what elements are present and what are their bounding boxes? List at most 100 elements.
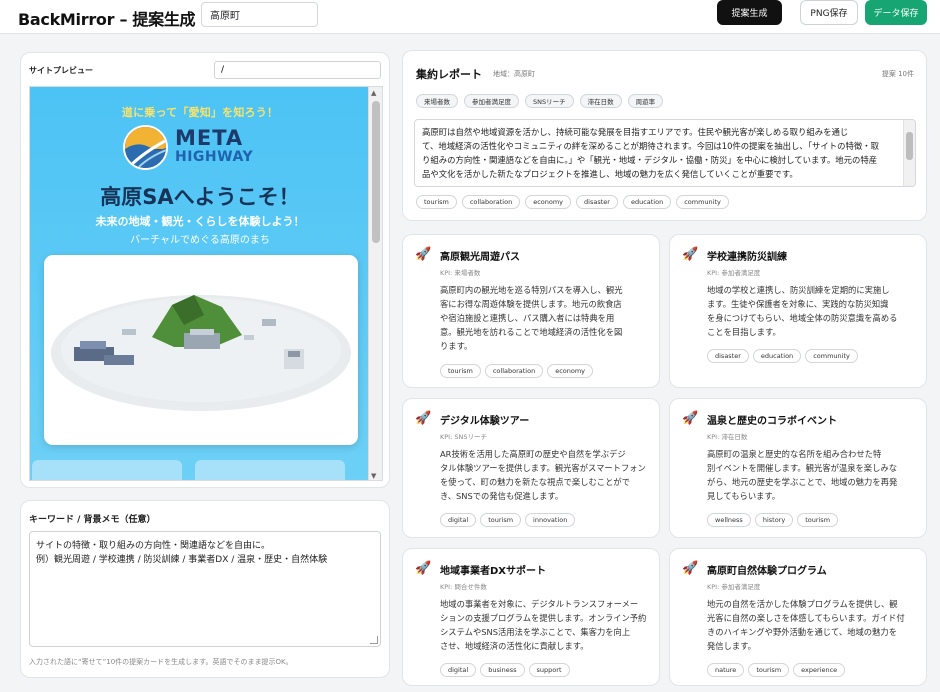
rocket-icon: 🚀 [682, 411, 699, 426]
site-preview-label: サイトプレビュー [29, 66, 93, 75]
rocket-icon: 🚀 [415, 561, 432, 576]
top-bar: BackMirror – 提案生成 提案生成 PNG保存 データ保存 [0, 0, 940, 34]
proposal-description: 高原町内の観光地を巡る特別パスを導入し、観光 客にお得な周遊体験を提供します。地元… [440, 285, 623, 351]
proposal-count: 提案 10件 [881, 70, 914, 78]
proposal-tag-list: disaster education community [707, 349, 858, 363]
rocket-icon: 🚀 [682, 561, 699, 576]
proposal-kpi: KPI: 参加者満足度 [707, 269, 761, 277]
area-input[interactable] [201, 2, 318, 27]
tag-chip: nature [707, 663, 745, 677]
tag-chip: collaboration [461, 195, 521, 209]
png-save-button[interactable]: PNG保存 [800, 0, 858, 25]
logo-text-highway: HIGHWAY [175, 149, 254, 165]
proposal-description: AR技術を活用した高原町の歴史や自然を学ぶデジ タル体験ツアーを提供します。観光客… [440, 449, 646, 501]
proposal-kpi: KPI: 滞在日数 [707, 433, 748, 441]
summary-region: 地域：高原町 [493, 70, 535, 78]
summary-title: 集約レポート [416, 68, 482, 81]
proposal-card[interactable]: 🚀 デジタル体験ツアー KPI: SNSリーチ AR技術を活用した高原町の歴史や… [402, 398, 660, 538]
tag-chip: business [480, 663, 525, 677]
proposal-description: 地元の自然を活かした体験プログラムを提供し、観 光客に自然の楽しさを体感してもらい… [707, 599, 905, 651]
proposal-card[interactable]: 🚀 高原町自然体験プログラム KPI: 参加者満足度 地元の自然を活かした体験プ… [669, 548, 927, 686]
tag-chip: education [752, 349, 802, 363]
rocket-icon: 🚀 [415, 411, 432, 426]
proposal-card[interactable]: 🚀 高原観光周遊パス KPI: 来場者数 高原町内の観光地を巡る特別パスを導入し… [402, 234, 660, 388]
site-welcome-heading: 高原SAへようこそ！ [100, 185, 300, 209]
proposal-title: 学校連携防災訓練 [707, 252, 787, 263]
proposal-title: 高原町自然体験プログラム [707, 566, 827, 577]
tag-chip: history [754, 513, 794, 527]
proposal-tag-list: digital business support [440, 663, 570, 677]
summary-line: て、地域経済の活性化やコミュニティの絆を深めることが期待されます。今回は10件の… [422, 141, 879, 151]
tag-chip: digital [440, 513, 477, 527]
tag-chip: economy [547, 364, 594, 378]
tag-chip: innovation [525, 513, 576, 527]
summary-line: り組みの方向性・関連語などを自由に。」や「観光・地域・デジタル・協働・防災」を中… [422, 155, 878, 165]
keyword-textarea[interactable]: サイトの特徴・取り組みの方向性・関連語などを自由に。 例）観光周遊 / 学校連携… [29, 531, 381, 647]
summary-scrollbar[interactable] [903, 120, 915, 186]
summary-line: 高原町は自然や地域資源を活かし、持続可能な発展を目指すエリアです。住民や観光客が… [422, 127, 849, 137]
preview-mini-card[interactable] [32, 460, 182, 480]
proposal-card[interactable]: 🚀 温泉と歴史のコラボイベント KPI: 滞在日数 高原町の温泉と歴史的な名所を… [669, 398, 927, 538]
summary-tag-list: tourism collaboration economy disaster e… [416, 195, 729, 209]
tag-chip: tourism [440, 364, 481, 378]
tag-chip: support [528, 663, 570, 677]
tag-chip: experience [793, 663, 846, 677]
kpi-chip: 滞在日数 [579, 94, 622, 108]
tag-chip: wellness [707, 513, 751, 527]
resize-grip-icon[interactable] [370, 636, 378, 644]
proposal-kpi: KPI: 参加者満足度 [707, 583, 761, 591]
preview-mini-card[interactable] [195, 460, 345, 480]
proposal-kpi: KPI: 来場者数 [440, 269, 481, 277]
tag-chip: disaster [707, 349, 749, 363]
tag-chip: economy [525, 195, 572, 209]
logo-text-meta: META [175, 126, 244, 150]
rocket-icon: 🚀 [682, 247, 699, 262]
preview-scroll-thumb[interactable] [372, 101, 380, 243]
keyword-label: キーワード / 背景メモ（任意） [29, 515, 156, 525]
virtual-town-map[interactable] [44, 255, 358, 445]
generate-button[interactable]: 提案生成 [717, 0, 782, 25]
summary-line: 品や文化を活かした新たなプロジェクトを推進し、地域の魅力を広く発信していくことが… [422, 169, 798, 179]
site-tagline: 道に乗って「愛知」を知ろう！ [121, 106, 279, 119]
proposal-title: 地域事業者DXサポート [440, 566, 547, 577]
site-subtitle: 未来の地域・観光・くらしを体験しよう！ [95, 215, 305, 228]
scroll-up-icon[interactable]: ▲ [371, 89, 376, 97]
proposal-description: 高原町の温泉と歴史的な名所を組み合わせた特 別イベントを開催します。観光客が温泉を… [707, 449, 898, 501]
app-title: BackMirror – 提案生成 [18, 10, 196, 29]
tag-chip: education [622, 195, 672, 209]
proposal-title: 温泉と歴史のコラボイベント [707, 416, 837, 427]
keyword-note: 入力された語に“寄せて”10件の提案カードを生成します。英語でそのまま提示OK。 [29, 658, 293, 666]
preview-scrollbar[interactable]: ▲ ▼ [368, 87, 382, 480]
tag-chip: tourism [748, 663, 790, 677]
tag-chip: tourism [480, 513, 522, 527]
site-preview-frame[interactable]: 道に乗って「愛知」を知ろう！ META HIGHWAY 高原SAへようこそ！ 未… [29, 86, 383, 481]
summary-textarea[interactable]: 高原町は自然や地域資源を活かし、持続可能な発展を目指すエリアです。住民や観光客が… [414, 119, 916, 187]
kpi-chip: 周遊率 [627, 94, 664, 108]
proposal-kpi: KPI: 問合せ件数 [440, 583, 487, 591]
scroll-down-icon[interactable]: ▼ [371, 472, 376, 480]
proposal-card[interactable]: 🚀 学校連携防災訓練 KPI: 参加者満足度 地域の学校と連携し、防災訓練を定期… [669, 234, 927, 388]
proposal-title: デジタル体験ツアー [440, 416, 530, 427]
proposal-tag-list: wellness history tourism [707, 513, 839, 527]
preview-site: 道に乗って「愛知」を知ろう！ META HIGHWAY 高原SAへようこそ！ 未… [30, 87, 370, 480]
proposal-tag-list: nature tourism experience [707, 663, 846, 677]
data-save-button[interactable]: データ保存 [865, 0, 927, 25]
proposal-description: 地域の事業者を対象に、デジタルトランスフォーメー ションの支援プログラムを提供しま… [440, 599, 647, 651]
tag-chip: community [805, 349, 858, 363]
proposal-card[interactable]: 🚀 地域事業者DXサポート KPI: 問合せ件数 地域の事業者を対象に、デジタル… [402, 548, 660, 686]
kpi-chip: 参加者満足度 [464, 94, 519, 108]
proposal-kpi: KPI: SNSリーチ [440, 433, 487, 441]
tag-chip: disaster [576, 195, 618, 209]
rocket-icon: 🚀 [415, 247, 432, 262]
summary-scroll-thumb[interactable] [906, 132, 913, 160]
tag-chip: tourism [416, 195, 457, 209]
tag-chip: tourism [797, 513, 839, 527]
meta-highway-logo-icon [123, 125, 168, 170]
site-preview-panel: サイトプレビュー 道に乗って「愛知」を知ろう！ META HIGHWAY 高原S… [20, 52, 390, 488]
site-subtitle-2: バーチャルでめぐる高原のまち [130, 235, 270, 246]
proposal-description: 地域の学校と連携し、防災訓練を定期的に実施し ます。生徒や保護者を対象に、実践的な… [707, 285, 898, 337]
summary-report-panel: 集約レポート 地域：高原町 提案 10件 来場者数 参加者満足度 SNSリーチ … [402, 50, 927, 221]
tag-chip: digital [440, 663, 477, 677]
preview-path-input[interactable] [214, 61, 381, 79]
proposal-title: 高原観光周遊パス [440, 252, 520, 263]
